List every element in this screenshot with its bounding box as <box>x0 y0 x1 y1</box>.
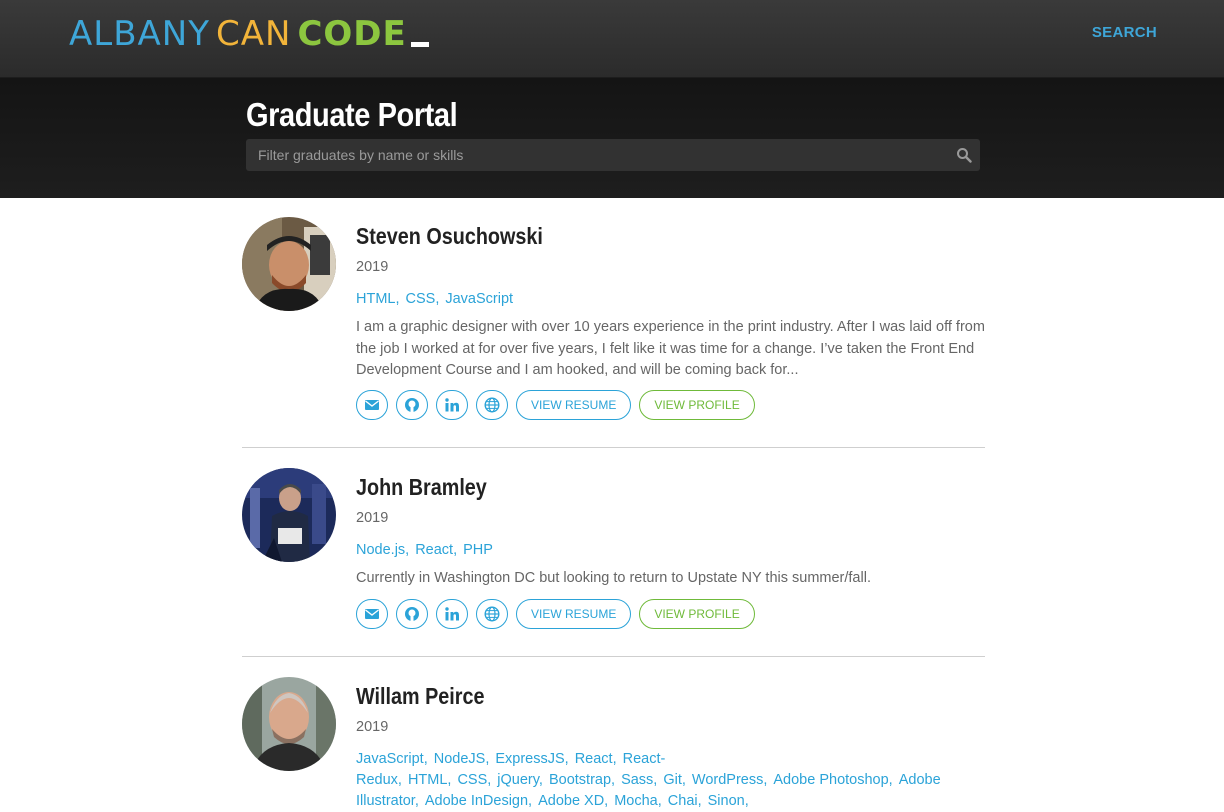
page-title: Graduate Portal <box>246 96 458 133</box>
skill-tag[interactable]: WordPress, <box>692 772 767 788</box>
graduate-year: 2019 <box>356 719 389 735</box>
github-button[interactable] <box>396 390 428 420</box>
skill-tag[interactable]: Adobe InDesign, <box>425 793 532 809</box>
view-resume-button[interactable]: VIEW RESUME <box>516 599 632 629</box>
view-profile-button[interactable]: VIEW PROFILE <box>639 390 755 420</box>
website-button[interactable] <box>476 599 508 629</box>
graduate-card: John Bramley 2019 Node.js, React, PHP Curr… <box>242 468 985 657</box>
graduate-actions: VIEW RESUME VIEW PROFILE <box>356 599 763 629</box>
skill-tag[interactable]: ExpressJS, <box>495 751 568 767</box>
top-navbar: ALBANY CAN CODE SEARCH <box>0 0 1224 78</box>
skill-tag[interactable]: Adobe Photoshop, <box>773 772 892 788</box>
nav-search-link[interactable]: SEARCH <box>1092 24 1157 41</box>
graduate-avatar <box>242 217 336 311</box>
view-profile-button[interactable]: VIEW PROFILE <box>639 599 755 629</box>
view-resume-button[interactable]: VIEW RESUME <box>516 390 632 420</box>
albany-can-code-logo[interactable]: ALBANY CAN CODE <box>69 12 429 56</box>
graduate-card: Willam Peirce 2019 JavaScript, NodeJS, Exp… <box>242 677 985 809</box>
website-button[interactable] <box>476 390 508 420</box>
skill-tag[interactable]: Adobe XD, <box>538 793 608 809</box>
globe-icon <box>484 606 500 622</box>
filter-graduates-input[interactable] <box>246 139 946 171</box>
graduate-avatar <box>242 468 336 562</box>
hero-section: Graduate Portal <box>0 78 1224 198</box>
graduate-year: 2019 <box>356 510 389 526</box>
graduate-avatar <box>242 677 336 771</box>
skill-tag[interactable]: Chai, <box>668 793 702 809</box>
linkedin-icon <box>445 607 459 621</box>
graduate-card: Steven Osuchowski 2019 HTML, CSS, JavaScri… <box>242 217 985 448</box>
graduate-bio: Currently in Washington DC but looking t… <box>356 570 871 586</box>
skill-tag[interactable]: React, <box>575 751 617 767</box>
skill-tag[interactable]: Git, <box>663 772 686 788</box>
graduate-name[interactable]: John Bramley <box>356 474 487 501</box>
github-button[interactable] <box>396 599 428 629</box>
skill-tag[interactable]: Mocha, <box>614 793 662 809</box>
skill-tag[interactable]: jQuery, <box>497 772 543 788</box>
logo-word-code: CODE <box>297 14 407 54</box>
skill-tag[interactable]: NodeJS, <box>434 751 490 767</box>
globe-icon <box>484 397 500 413</box>
skill-tag[interactable]: JavaScript <box>445 291 513 307</box>
logo-word-can: CAN <box>216 14 292 54</box>
skill-tag[interactable]: HTML, <box>356 291 400 307</box>
envelope-icon <box>365 400 379 410</box>
skill-tag[interactable]: JavaScript, <box>356 751 428 767</box>
github-icon <box>405 607 419 621</box>
envelope-icon <box>365 609 379 619</box>
linkedin-button[interactable] <box>436 390 468 420</box>
graduate-year: 2019 <box>356 259 389 275</box>
linkedin-icon <box>445 398 459 412</box>
email-button[interactable] <box>356 390 388 420</box>
skill-tag[interactable]: React, <box>415 542 457 558</box>
skill-tag[interactable]: PHP <box>463 542 493 558</box>
skill-tag[interactable]: Sass, <box>621 772 657 788</box>
graduate-actions: VIEW RESUME VIEW PROFILE <box>356 390 763 420</box>
graduate-skills: Node.js, React, PHP <box>356 540 996 561</box>
skill-tag[interactable]: Bootstrap, <box>549 772 615 788</box>
skill-tag[interactable]: Sinon, <box>708 793 749 809</box>
email-button[interactable] <box>356 599 388 629</box>
skill-tag[interactable]: HTML, <box>408 772 452 788</box>
search-icon[interactable] <box>956 147 972 163</box>
graduate-skills: HTML, CSS, JavaScript <box>356 289 996 310</box>
skill-tag[interactable]: Node.js, <box>356 542 409 558</box>
filter-bar <box>246 139 980 171</box>
graduate-name[interactable]: Steven Osuchowski <box>356 223 543 250</box>
linkedin-button[interactable] <box>436 599 468 629</box>
skill-tag[interactable]: CSS, <box>457 772 491 788</box>
logo-word-albany: ALBANY <box>69 14 210 54</box>
github-icon <box>405 398 419 412</box>
logo-cursor-underscore <box>410 42 429 47</box>
graduate-skills: JavaScript, NodeJS, ExpressJS, React, React-… <box>356 749 996 812</box>
skill-tag[interactable]: CSS, <box>406 291 440 307</box>
graduate-name[interactable]: Willam Peirce <box>356 683 484 710</box>
graduate-bio: I am a graphic designer with over 10 yea… <box>356 319 985 378</box>
